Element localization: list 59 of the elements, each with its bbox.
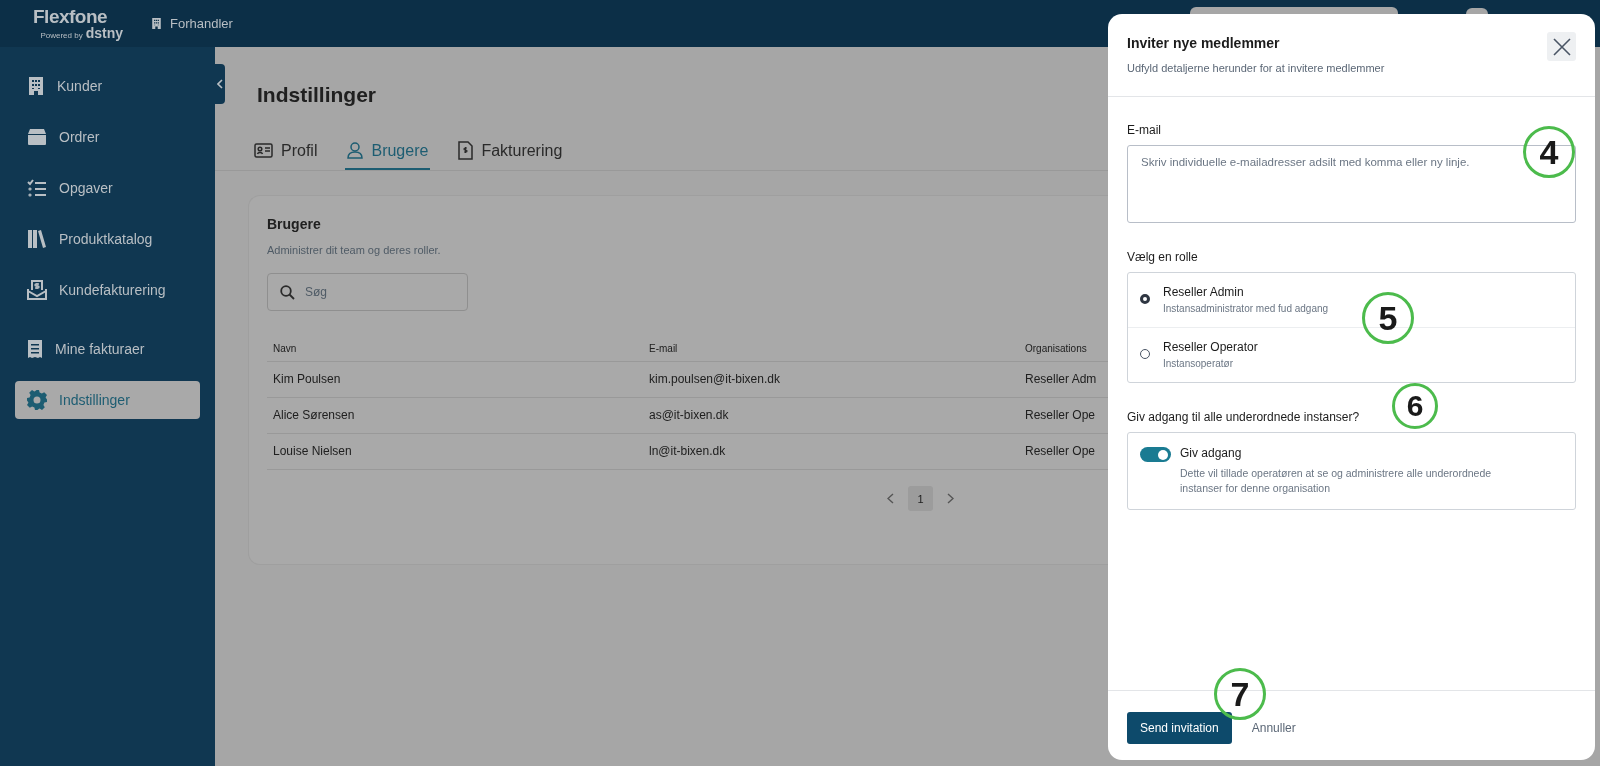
- step-callout: 6: [1392, 383, 1438, 429]
- sidebar-item[interactable]: Opgaver: [15, 169, 200, 207]
- sidebar-item[interactable]: Produktkatalog: [15, 220, 200, 258]
- logo: Flexfone Powered by dstny: [33, 7, 123, 40]
- column-header: Navn: [267, 329, 643, 362]
- radio-button[interactable]: [1140, 294, 1150, 304]
- context-label: Forhandler: [170, 16, 233, 31]
- toggle-switch[interactable]: [1140, 447, 1171, 462]
- tab[interactable]: Fakturering: [456, 141, 565, 170]
- tab[interactable]: Profil: [252, 141, 320, 170]
- close-button[interactable]: [1547, 32, 1576, 61]
- card-title: Brugere: [267, 216, 322, 232]
- table-cell: Louise Nielsen: [267, 433, 643, 470]
- field-label: Giv adgang til alle underordnede instanser?: [1127, 410, 1360, 424]
- field-label: Vælg en rolle: [1127, 250, 1198, 264]
- field-label: E-mail: [1127, 123, 1161, 137]
- page-number[interactable]: 1: [908, 486, 933, 511]
- sidebar-item[interactable]: Ordrer: [15, 118, 200, 156]
- table-cell: kim.poulsen@it-bixen.dk: [643, 361, 1019, 398]
- building-icon: [151, 17, 162, 30]
- checklist-icon: [27, 179, 47, 197]
- step-callout: 4: [1523, 126, 1575, 178]
- gear-icon: [27, 390, 47, 410]
- invoice-tray-icon: [27, 280, 47, 300]
- card-subtitle: Administrer dit team og deres roller.: [267, 244, 442, 256]
- page-title: Indstillinger: [257, 83, 377, 107]
- sidebar-item[interactable]: Mine fakturaer: [15, 330, 200, 368]
- modal-title: Inviter nye medlemmer: [1127, 35, 1280, 51]
- option-title: Reseller Operator: [1163, 340, 1258, 354]
- left-chevron-icon[interactable]: [887, 493, 894, 504]
- modal-subtitle: Udfyld detaljerne herunder for at invitere medlemmer: [1127, 62, 1386, 74]
- cancel-button[interactable]: Annuller: [1251, 720, 1296, 735]
- send-button[interactable]: Send invitation: [1127, 711, 1232, 744]
- option-title: Reseller Admin: [1163, 285, 1245, 299]
- step-callout: 5: [1362, 292, 1414, 344]
- column-header: E-mail: [643, 329, 1019, 362]
- books-icon: [27, 229, 47, 249]
- search-field[interactable]: Søg: [267, 273, 468, 311]
- id-card-icon: [254, 143, 273, 158]
- box-icon: [27, 128, 47, 146]
- table-cell: as@it-bixen.dk: [643, 397, 1019, 434]
- toggle-label: Giv adgang: [1180, 446, 1243, 460]
- invoice-document-icon: [458, 141, 474, 160]
- avatar[interactable]: [1466, 8, 1488, 14]
- step-callout: 7: [1214, 668, 1266, 720]
- sidebar-item[interactable]: Kunder: [15, 67, 200, 105]
- right-chevron-icon[interactable]: [947, 493, 954, 504]
- option-description: Instansadministrator med fud adgang: [1163, 303, 1329, 314]
- option-description: Instansoperatør: [1163, 358, 1235, 369]
- building-icon: [27, 76, 45, 96]
- user-icon: [347, 142, 364, 159]
- collapse-handle[interactable]: [215, 64, 225, 104]
- toggle-description: Dette vil tillade operatøren at se og administrere alle underordnede instanser for denne organisation: [1180, 466, 1493, 496]
- table-cell: Alice Sørensen: [267, 397, 643, 434]
- table-cell: Kim Poulsen: [267, 361, 643, 398]
- sidebar-item[interactable]: Kundefakturering: [15, 271, 200, 309]
- receipt-icon: [27, 339, 43, 359]
- search-icon: [280, 285, 295, 300]
- table-cell: ln@it-bixen.dk: [643, 433, 1019, 470]
